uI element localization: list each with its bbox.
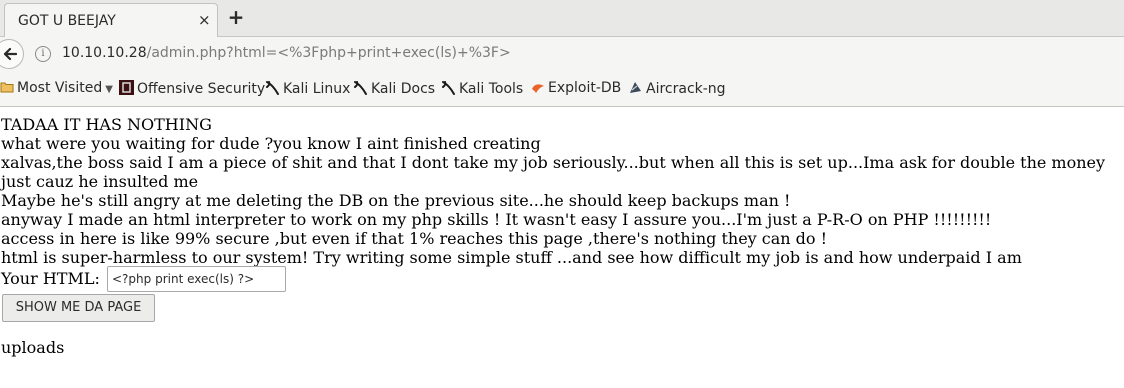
- page-content: TADAA IT HAS NOTHING what were you waiti…: [0, 106, 1124, 388]
- folder-icon: [0, 80, 14, 98]
- message-line: just cauz he insulted me: [1, 172, 199, 191]
- html-input-label: Your HTML:: [1, 269, 100, 288]
- new-tab-button[interactable]: +: [226, 7, 246, 27]
- exploitdb-icon: [531, 80, 545, 98]
- message-line: Maybe he's still angry at me deleting th…: [1, 191, 791, 210]
- bookmark-kali-tools[interactable]: Kali Tools: [441, 80, 523, 99]
- site-info-icon[interactable]: i: [35, 46, 51, 62]
- kali-dragon-icon: [441, 80, 456, 99]
- bookmark-kali-docs[interactable]: Kali Docs: [353, 80, 435, 99]
- message-line: access in here is like 99% secure ,but e…: [1, 229, 828, 248]
- kali-dragon-icon: [265, 80, 280, 99]
- uploads-link[interactable]: uploads: [1, 338, 64, 357]
- bookmark-offensive-security[interactable]: Offensive Security: [119, 80, 265, 99]
- back-arrow-icon: [3, 47, 17, 61]
- url-host: 10.10.10.28: [62, 45, 147, 61]
- bookmark-aircrack-ng[interactable]: Aircrack-ng: [628, 80, 726, 99]
- chevron-down-icon: ▼: [105, 84, 113, 95]
- message-line: what were you waiting for dude ?you know…: [1, 134, 541, 153]
- close-tab-icon[interactable]: ×: [198, 12, 211, 28]
- aircrack-icon: [628, 80, 643, 99]
- message-line: anyway I made an html interpreter to wor…: [1, 210, 992, 229]
- browser-tab[interactable]: GOT U BEEJAY ×: [4, 3, 218, 37]
- back-button[interactable]: [0, 39, 24, 69]
- bookmarks-toolbar: Most Visited ▼ Offensive Security Kali Li…: [0, 71, 1124, 107]
- tab-strip: GOT U BEEJAY × +: [0, 0, 1124, 37]
- message-line: html is super-harmless to our system! Tr…: [1, 248, 1022, 267]
- html-input[interactable]: [107, 266, 286, 292]
- bookmark-exploit-db[interactable]: Exploit-DB: [531, 80, 621, 98]
- offsec-icon: [119, 80, 134, 99]
- bookmark-kali-linux[interactable]: Kali Linux: [265, 80, 350, 99]
- show-page-button[interactable]: SHOW ME DA PAGE: [2, 294, 155, 322]
- page-heading-line: TADAA IT HAS NOTHING: [1, 115, 212, 134]
- message-line: xalvas,the boss said I am a piece of shi…: [1, 153, 1106, 172]
- url-bar[interactable]: 10.10.10.28/admin.php?html=<%3Fphp+print…: [62, 45, 511, 61]
- navigation-bar: i 10.10.10.28/admin.php?html=<%3Fphp+pri…: [0, 37, 1124, 71]
- tab-title: GOT U BEEJAY: [18, 13, 116, 29]
- kali-dragon-icon: [353, 80, 368, 99]
- url-path: /admin.php?html=<%3Fphp+print+exec(ls)+%…: [146, 45, 511, 61]
- bookmark-most-visited[interactable]: Most Visited ▼: [0, 80, 113, 98]
